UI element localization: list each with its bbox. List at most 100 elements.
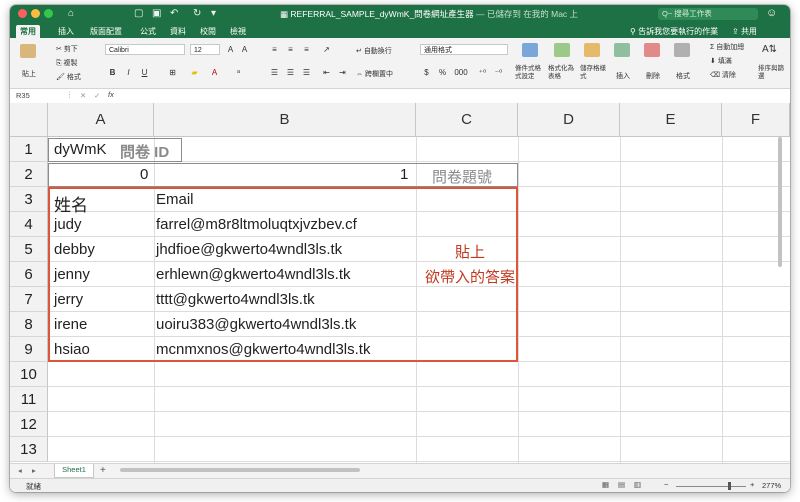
cell-a1[interactable]: dyWmK — [54, 141, 107, 158]
column-header-c[interactable]: C — [416, 103, 518, 137]
clear-button[interactable]: ⌫ 清除 — [710, 70, 736, 80]
customize-toolbar-icon[interactable]: ▾ — [211, 7, 216, 21]
row-header-13[interactable]: 13 — [10, 437, 48, 462]
conditional-format-icon[interactable] — [522, 43, 538, 57]
name-box[interactable]: R35 — [16, 91, 30, 100]
row-header-12[interactable]: 12 — [10, 412, 48, 437]
insert-cells-icon[interactable] — [614, 43, 630, 57]
align-center-icon[interactable]: ☰ — [284, 67, 297, 78]
font-size-select[interactable]: 12 — [190, 44, 220, 55]
home-icon[interactable]: ⌂ — [68, 7, 74, 21]
row-header-6[interactable]: 6 — [10, 262, 48, 287]
font-color-icon[interactable]: A — [208, 67, 221, 78]
row-header-2[interactable]: 2 — [10, 162, 48, 187]
decrease-font-icon[interactable]: A — [238, 44, 251, 55]
tab-page-layout[interactable]: 版面配置 — [86, 25, 126, 38]
close-window-button[interactable] — [18, 9, 27, 18]
align-bottom-icon[interactable]: ≡ — [300, 44, 313, 55]
row-header-4[interactable]: 4 — [10, 212, 48, 237]
tab-review[interactable]: 校閱 — [196, 25, 220, 38]
format-table-label[interactable]: 格式化為表格 — [548, 65, 578, 81]
sheet-tab-sheet1[interactable]: Sheet1 — [54, 464, 94, 478]
currency-button[interactable]: $ — [420, 67, 433, 78]
cut-button[interactable]: ✂ 剪下 — [56, 44, 78, 54]
horizontal-scrollbar[interactable] — [120, 468, 360, 472]
row-header-10[interactable]: 10 — [10, 362, 48, 387]
row-header-3[interactable]: 3 — [10, 187, 48, 212]
increase-indent-icon[interactable]: ⇥ — [336, 67, 349, 78]
prev-sheet-icon[interactable]: ◂ — [18, 466, 22, 475]
italic-button[interactable]: I — [122, 67, 135, 78]
search-sheet-input[interactable]: Q~ 搜尋工作表 — [658, 8, 758, 20]
page-layout-view-icon[interactable]: ▤ — [618, 480, 625, 489]
zoom-level[interactable]: 277% — [762, 481, 781, 490]
fill-color-icon[interactable]: ▰ — [188, 67, 201, 78]
delete-cells-icon[interactable] — [644, 43, 660, 57]
tab-data[interactable]: 資料 — [166, 25, 190, 38]
align-left-icon[interactable]: ☰ — [268, 67, 281, 78]
tab-formulas[interactable]: 公式 — [136, 25, 160, 38]
column-header-a[interactable]: A — [48, 103, 154, 137]
cell-b2[interactable]: 1 — [400, 166, 408, 183]
wrap-text-button[interactable]: ↵ 自動換行 — [356, 46, 392, 56]
percent-button[interactable]: % — [436, 67, 449, 78]
page-break-view-icon[interactable]: ▥ — [634, 480, 641, 489]
align-middle-icon[interactable]: ≡ — [284, 44, 297, 55]
spreadsheet-grid[interactable]: A B C D E F 1 2 3 4 5 6 7 8 9 10 11 12 1… — [10, 103, 790, 463]
add-sheet-button[interactable]: + — [100, 465, 106, 476]
row-header-7[interactable]: 7 — [10, 287, 48, 312]
decrease-indent-icon[interactable]: ⇤ — [320, 67, 333, 78]
share-button[interactable]: ⇪ 共用 — [732, 26, 757, 37]
redo-icon[interactable]: ↻ — [193, 7, 201, 21]
confirm-entry-icon[interactable]: ✓ — [94, 91, 100, 100]
select-all-corner[interactable] — [10, 103, 48, 137]
paste-label[interactable]: 貼上 — [22, 69, 36, 79]
format-cells-icon[interactable] — [674, 43, 690, 57]
increase-font-icon[interactable]: A — [224, 44, 237, 55]
feedback-smiley-icon[interactable]: ☺ — [766, 7, 777, 19]
insert-label[interactable]: 插入 — [616, 71, 630, 81]
paste-icon[interactable] — [20, 44, 36, 58]
format-label[interactable]: 格式 — [676, 71, 690, 81]
bold-button[interactable]: B — [106, 67, 119, 78]
row-header-1[interactable]: 1 — [10, 137, 48, 162]
cell-styles-icon[interactable] — [584, 43, 600, 57]
font-name-select[interactable]: Calibri — [105, 44, 185, 55]
zoom-out-button[interactable]: − — [664, 480, 668, 489]
tab-insert[interactable]: 插入 — [54, 25, 78, 38]
row-header-5[interactable]: 5 — [10, 237, 48, 262]
cell-c2[interactable]: 問卷題號 — [432, 166, 492, 187]
fill-button[interactable]: ⬇ 填滿 — [710, 56, 732, 66]
cell-styles-label[interactable]: 儲存格樣式 — [580, 65, 606, 81]
number-format-select[interactable]: 通用格式 — [420, 44, 508, 55]
cell-a2[interactable]: 0 — [140, 166, 148, 183]
autosum-button[interactable]: Σ 自動加總 — [710, 42, 744, 52]
minimize-window-button[interactable] — [31, 9, 40, 18]
increase-decimal-icon[interactable]: ⁺⁰ — [476, 67, 489, 78]
undo-icon[interactable]: ↶ — [170, 7, 178, 21]
underline-button[interactable]: U — [138, 67, 151, 78]
tab-view[interactable]: 檢視 — [226, 25, 250, 38]
tell-me-box[interactable]: ⚲ 告訴我您要執行的作業 — [630, 26, 718, 37]
column-header-b[interactable]: B — [154, 103, 416, 137]
delete-label[interactable]: 刪除 — [646, 71, 660, 81]
next-sheet-icon[interactable]: ▸ — [32, 466, 36, 475]
cancel-entry-icon[interactable]: ✕ — [80, 91, 86, 100]
column-header-d[interactable]: D — [518, 103, 620, 137]
tab-home[interactable]: 常用 — [16, 25, 40, 38]
vertical-scrollbar[interactable] — [778, 137, 782, 267]
zoom-window-button[interactable] — [44, 9, 53, 18]
align-top-icon[interactable]: ≡ — [268, 44, 281, 55]
format-painter-button[interactable]: 🖌 格式 — [56, 72, 81, 82]
merge-center-button[interactable]: ⇔ 跨欄置中 — [356, 69, 393, 79]
row-header-8[interactable]: 8 — [10, 312, 48, 337]
thousands-button[interactable]: 000 — [452, 67, 470, 78]
orientation-icon[interactable]: ↗ — [320, 44, 333, 55]
sort-filter-icon[interactable]: A⇅ — [762, 44, 777, 55]
borders-icon[interactable]: ⊞ — [166, 67, 179, 78]
row-header-11[interactable]: 11 — [10, 387, 48, 412]
conditional-format-label[interactable]: 條件式格式設定 — [515, 65, 547, 81]
sort-filter-label[interactable]: 排序與篩選 — [758, 65, 784, 81]
phonetic-icon[interactable]: ᵃ — [232, 67, 245, 78]
format-table-icon[interactable] — [554, 43, 570, 57]
